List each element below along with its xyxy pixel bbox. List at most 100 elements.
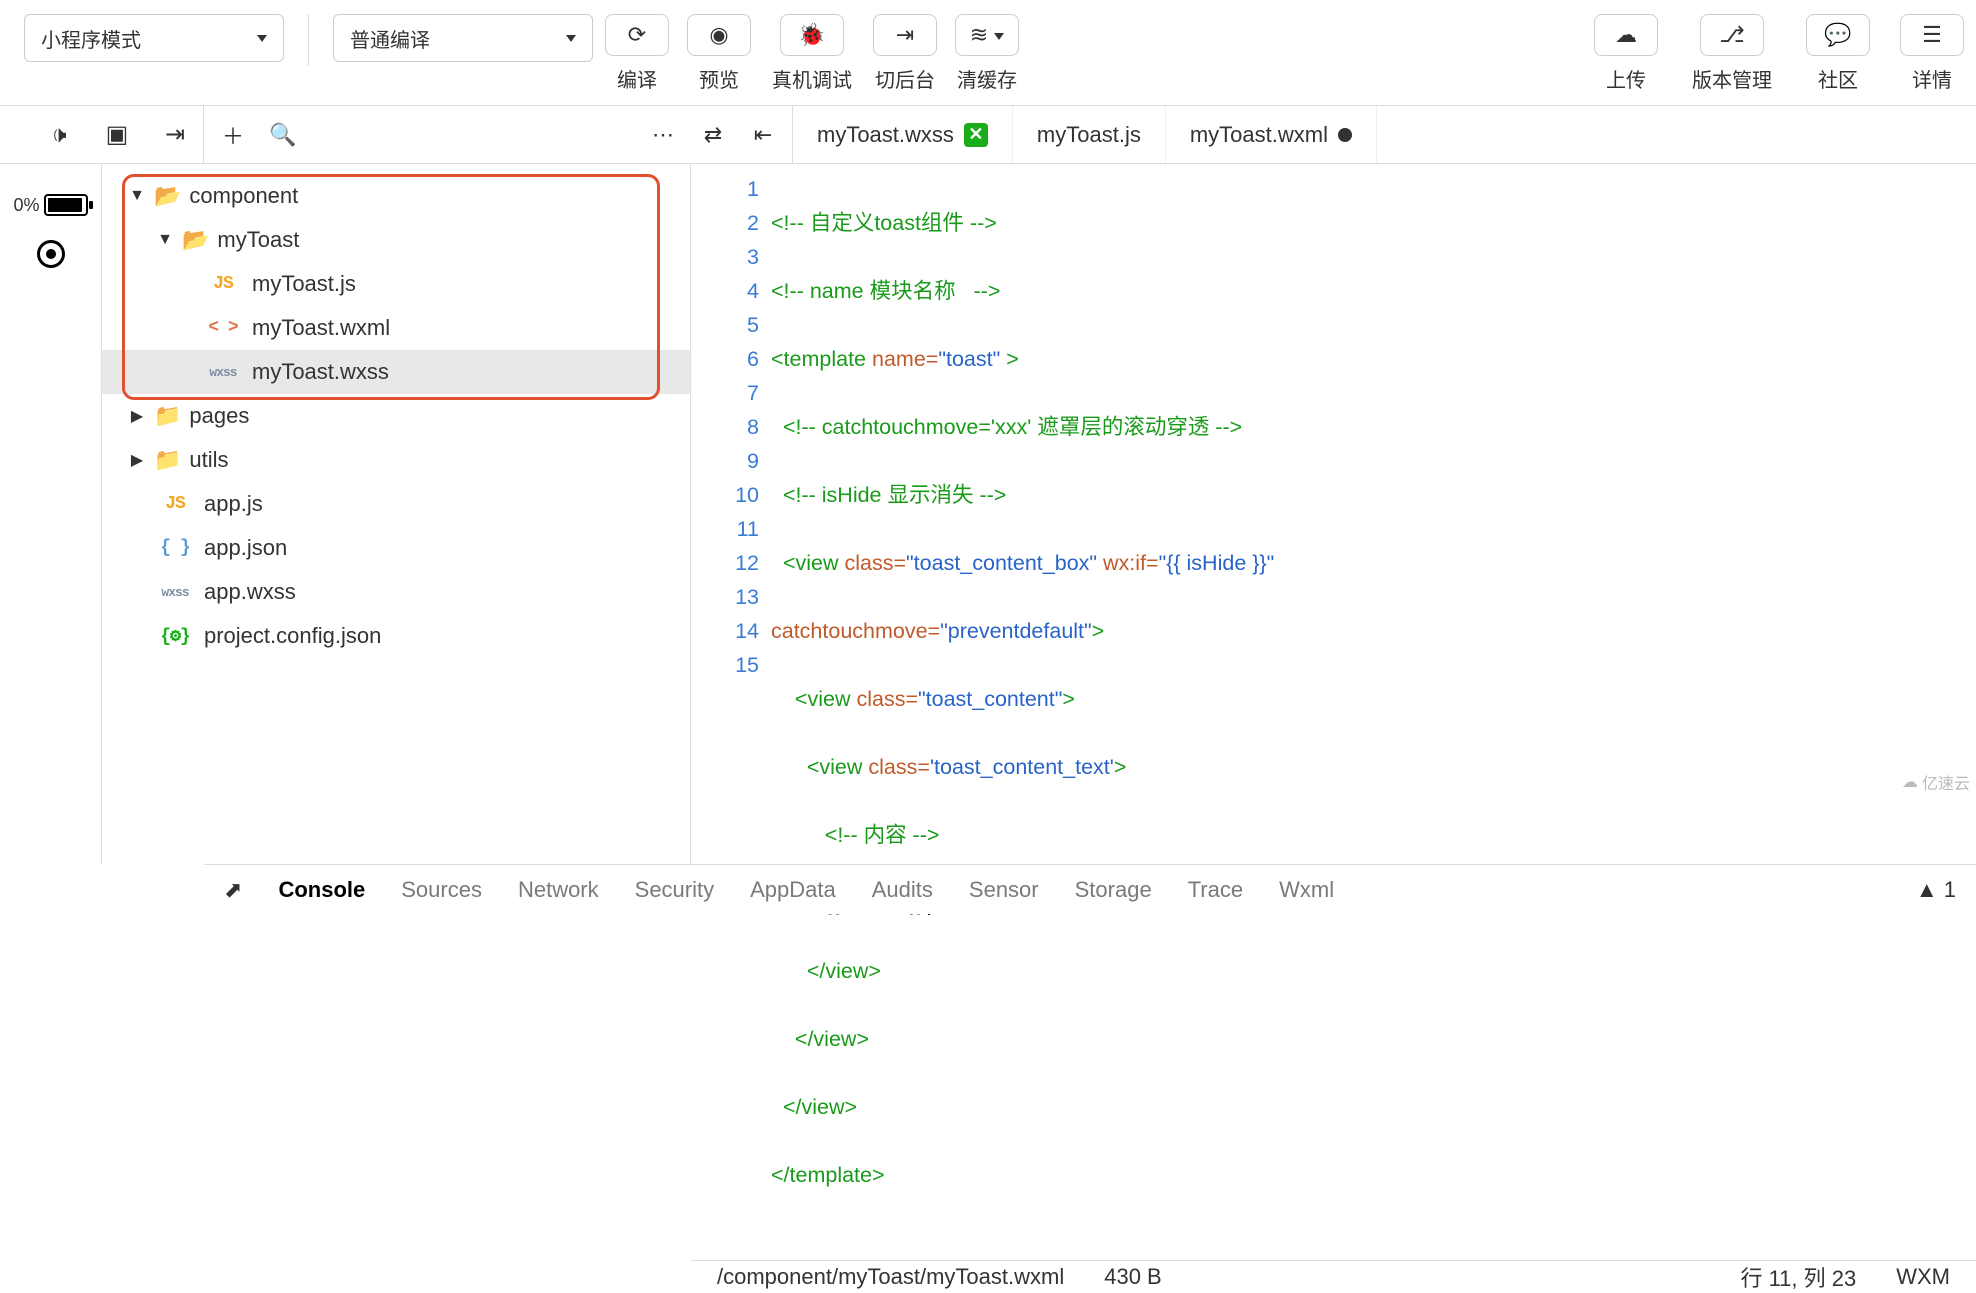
folder-utils[interactable]: ▶📁 utils xyxy=(102,438,690,482)
folder-icon: 📁 xyxy=(154,403,181,429)
tab-label: myToast.wxml xyxy=(1190,122,1328,148)
line-gutter: 123456789101112131415 xyxy=(691,172,771,1260)
separator xyxy=(308,14,309,66)
collapse-icon[interactable]: ⇤ xyxy=(746,118,780,152)
status-cursor: 行 11, 列 23 xyxy=(1740,1261,1856,1293)
simulator-strip: 0% xyxy=(0,164,102,864)
indent-icon[interactable]: ⇄ xyxy=(696,118,730,152)
file-tree: ▼📂 component ▼📂 myToast JS myToast.js < … xyxy=(102,164,691,864)
switch-bg-button[interactable]: ⇥ 切后台 xyxy=(871,14,939,98)
version-button[interactable]: ⎇ 版本管理 xyxy=(1686,14,1778,98)
file-mytoast-js[interactable]: JS myToast.js xyxy=(102,262,690,306)
code-content[interactable]: <!-- 自定义toast组件 --> <!-- name 模块名称 --> <… xyxy=(771,172,1976,1260)
editor-tabs: myToast.wxss ✕ myToast.js myToast.wxml xyxy=(793,106,1976,163)
refresh-icon: ⟳ xyxy=(628,22,646,48)
devtools-storage[interactable]: Storage xyxy=(1075,877,1152,903)
status-lang: WXM xyxy=(1896,1264,1950,1290)
devtools-sensor[interactable]: Sensor xyxy=(969,877,1039,903)
file-project-config[interactable]: {⚙} project.config.json xyxy=(102,614,690,658)
simulator-controls: 🕩 ▣ ⇥ xyxy=(0,106,204,163)
compile-mode-label: 普通编译 xyxy=(350,24,430,53)
file-app-js[interactable]: JS app.js xyxy=(102,482,690,526)
folder-component[interactable]: ▼📂 component xyxy=(102,174,690,218)
compile-mode-dropdown[interactable]: 普通编译 xyxy=(333,14,593,62)
dirty-indicator-icon xyxy=(1338,128,1352,142)
warning-badge[interactable]: ▲ 1 xyxy=(1916,877,1956,903)
details-button[interactable]: ☰ 详情 xyxy=(1898,14,1966,98)
tree-label: myToast.wxml xyxy=(252,315,390,341)
tree-label: myToast.wxss xyxy=(252,359,389,385)
cloud-upload-icon: ☁ xyxy=(1615,22,1637,48)
file-mytoast-wxml[interactable]: < > myToast.wxml xyxy=(102,306,690,350)
add-icon[interactable]: ＋ xyxy=(216,118,250,152)
tree-label: project.config.json xyxy=(204,623,381,649)
detach-icon[interactable]: ⇥ xyxy=(155,115,195,155)
status-size: 430 B xyxy=(1104,1264,1162,1290)
watermark: ☁ 亿速云 xyxy=(1902,770,1970,794)
more-icon[interactable]: ⋯ xyxy=(646,118,680,152)
battery-icon xyxy=(44,194,88,216)
devtools-security[interactable]: Security xyxy=(635,877,714,903)
inspect-icon[interactable]: ⬈ xyxy=(224,877,242,903)
remote-debug-button[interactable]: 🐞 真机调试 xyxy=(767,14,857,98)
tab-label: myToast.js xyxy=(1037,122,1141,148)
search-icon[interactable]: 🔍 xyxy=(266,118,300,152)
menu-icon: ☰ xyxy=(1922,22,1942,48)
chat-icon: 💬 xyxy=(1824,22,1851,48)
layers-icon: ≋ xyxy=(970,22,988,48)
json-file-icon: { } xyxy=(154,538,196,558)
status-path: /component/myToast/myToast.wxml xyxy=(717,1264,1064,1290)
bug-icon: 🐞 xyxy=(798,22,825,48)
devtools-tabs: ⬈ Console Sources Network Security AppDa… xyxy=(204,864,1976,914)
folder-open-icon: 📂 xyxy=(154,183,181,209)
eye-icon: ◉ xyxy=(709,22,728,48)
main-area: 0% ▼📂 component ▼📂 myToast JS myToast.js… xyxy=(0,164,1976,864)
tree-label: myToast xyxy=(217,227,299,253)
wxml-file-icon: < > xyxy=(202,318,244,338)
mode-label: 小程序模式 xyxy=(41,24,141,53)
upload-button[interactable]: ☁ 上传 xyxy=(1592,14,1660,98)
devtools-console[interactable]: Console xyxy=(278,877,365,903)
compile-button[interactable]: ⟳ 编译 xyxy=(603,14,671,98)
js-file-icon: JS xyxy=(202,274,244,294)
wxss-file-icon: wxss xyxy=(202,365,244,380)
preview-button[interactable]: ◉ 预览 xyxy=(685,14,753,98)
battery-pct: 0% xyxy=(13,195,39,216)
folder-open-icon: 📂 xyxy=(182,227,209,253)
devtools-wxml[interactable]: Wxml xyxy=(1279,877,1334,903)
layout-icon[interactable]: ▣ xyxy=(97,115,137,155)
tree-label: component xyxy=(189,183,298,209)
tab-label: myToast.wxss xyxy=(817,122,954,148)
tab-mytoast-js[interactable]: myToast.js xyxy=(1013,106,1166,163)
branch-icon: ⎇ xyxy=(1719,22,1744,48)
devtools-network[interactable]: Network xyxy=(518,877,599,903)
code-editor[interactable]: 123456789101112131415 <!-- 自定义toast组件 --… xyxy=(691,164,1976,1260)
devtools-trace[interactable]: Trace xyxy=(1188,877,1243,903)
file-mytoast-wxss[interactable]: wxss myToast.wxss xyxy=(102,350,690,394)
clear-cache-button[interactable]: ≋ 清缓存 xyxy=(953,14,1021,98)
devtools-audits[interactable]: Audits xyxy=(872,877,933,903)
folder-mytoast[interactable]: ▼📂 myToast xyxy=(102,218,690,262)
record-icon[interactable] xyxy=(37,240,65,268)
file-app-json[interactable]: { } app.json xyxy=(102,526,690,570)
close-icon[interactable]: ✕ xyxy=(964,123,988,147)
status-bar: /component/myToast/myToast.wxml 430 B 行 … xyxy=(691,1260,1976,1293)
community-button[interactable]: 💬 社区 xyxy=(1804,14,1872,98)
tab-mytoast-wxml[interactable]: myToast.wxml xyxy=(1166,106,1377,163)
devtools-appdata[interactable]: AppData xyxy=(750,877,836,903)
editor-area: 123456789101112131415 <!-- 自定义toast组件 --… xyxy=(691,164,1976,864)
mute-icon[interactable]: 🕩 xyxy=(39,115,79,155)
mode-dropdown[interactable]: 小程序模式 xyxy=(24,14,284,62)
file-tree-toolbar: ＋ 🔍 ⋯ ⇄ ⇤ xyxy=(204,106,793,163)
chevron-down-icon xyxy=(562,31,576,45)
folder-pages[interactable]: ▶📁 pages xyxy=(102,394,690,438)
tab-mytoast-wxss[interactable]: myToast.wxss ✕ xyxy=(793,106,1013,163)
devtools-sources[interactable]: Sources xyxy=(401,877,482,903)
panel-header-row: 🕩 ▣ ⇥ ＋ 🔍 ⋯ ⇄ ⇤ myToast.wxss ✕ myToast.j… xyxy=(0,106,1976,164)
tree-label: pages xyxy=(189,403,249,429)
tree-label: app.json xyxy=(204,535,287,561)
tree-label: app.js xyxy=(204,491,263,517)
switch-icon: ⇥ xyxy=(896,22,914,48)
js-file-icon: JS xyxy=(154,494,196,514)
file-app-wxss[interactable]: wxss app.wxss xyxy=(102,570,690,614)
